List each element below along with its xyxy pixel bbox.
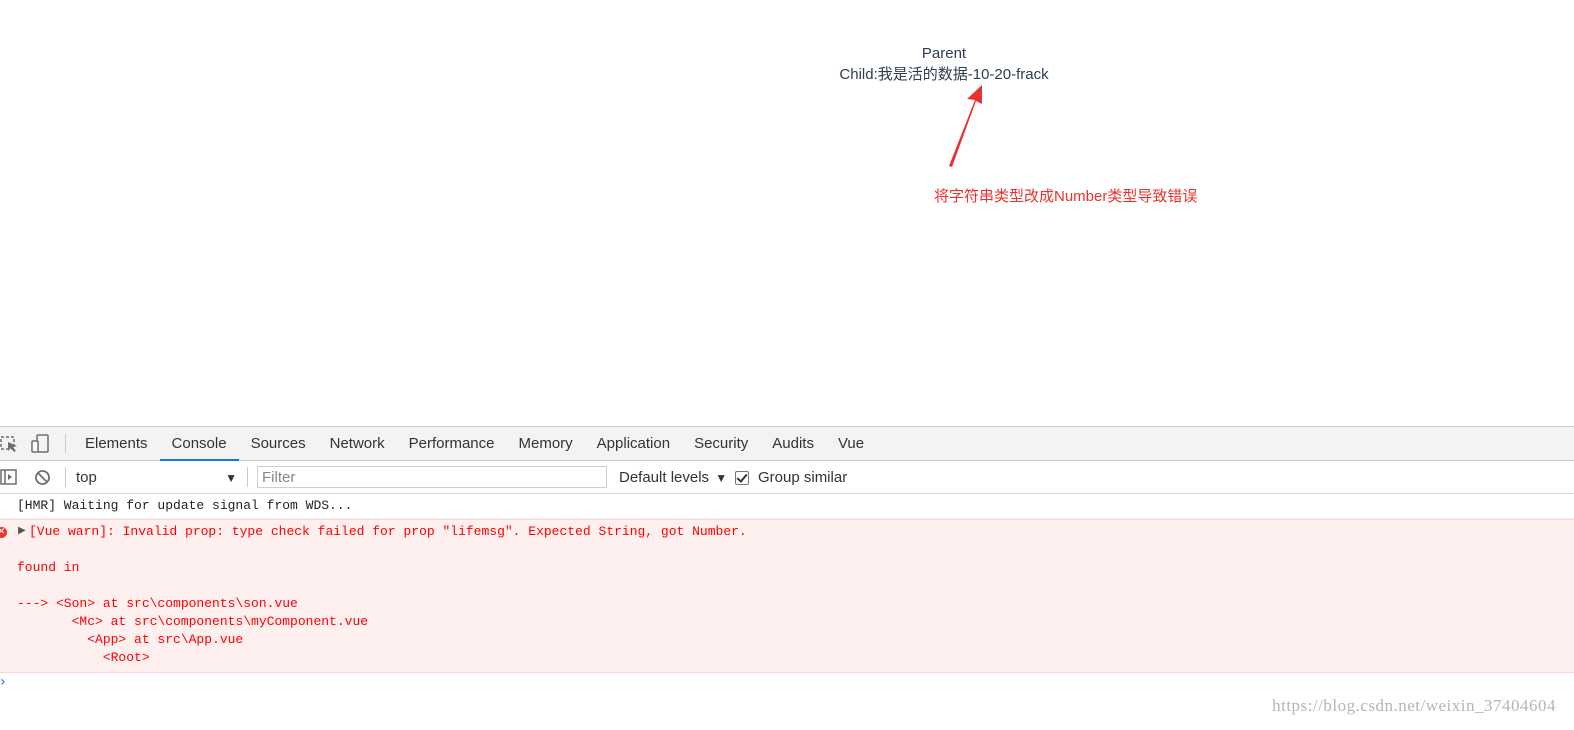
tab-memory[interactable]: Memory [507, 427, 585, 460]
group-similar-checkbox[interactable] [735, 471, 749, 485]
error-trace-line: <App> at src\App.vue [17, 632, 244, 647]
tab-security[interactable]: Security [682, 427, 760, 460]
console-prompt-icon[interactable]: › [0, 674, 6, 690]
console-message-error[interactable]: ✕ ▶ [Vue warn]: Invalid prop: type check… [0, 519, 1574, 673]
error-trace-line: ---> <Son> at src\components\son.vue [17, 596, 298, 611]
devtools-tabs: Elements Console Sources Network Perform… [73, 427, 876, 461]
page-viewport: Parent Child:我是活的数据-10-20-frack 将字符串类型改成… [0, 0, 1574, 426]
tab-performance[interactable]: Performance [397, 427, 507, 460]
error-icon: ✕ [0, 527, 7, 538]
log-levels-label: Default levels [619, 469, 710, 486]
group-similar-label: Group similar [758, 469, 848, 486]
toolbar-separator [65, 467, 66, 487]
tab-application[interactable]: Application [585, 427, 682, 460]
tab-elements[interactable]: Elements [73, 427, 160, 460]
tab-vue[interactable]: Vue [826, 427, 876, 460]
log-levels-dropdown[interactable]: Default levels ▼ [619, 468, 727, 488]
inspect-element-icon[interactable] [0, 434, 20, 454]
annotation-text: 将字符串类型改成Number类型导致错误 [934, 188, 1198, 205]
show-sidebar-icon[interactable] [0, 469, 18, 485]
child-component-label: Child:我是活的数据-10-20-frack [839, 66, 1049, 83]
error-found-in: found in [17, 560, 80, 575]
tab-network[interactable]: Network [318, 427, 397, 460]
info-message-text: [HMR] Waiting for update signal from WDS… [17, 498, 353, 513]
tab-audits[interactable]: Audits [760, 427, 826, 460]
clear-console-icon[interactable] [34, 469, 51, 486]
error-trace-line: <Root> [17, 650, 150, 665]
devtools-panel: Elements Console Sources Network Perform… [0, 426, 1574, 730]
devtools-tabbar: Elements Console Sources Network Perform… [0, 427, 1574, 461]
chevron-down-icon: ▼ [715, 471, 728, 485]
error-trace-line: <Mc> at src\components\myComponent.vue [17, 614, 369, 629]
error-message-text: [Vue warn]: Invalid prop: type check fai… [29, 524, 747, 539]
watermark-url: https://blog.csdn.net/weixin_37404604 [1272, 696, 1556, 715]
tab-console[interactable]: Console [159, 427, 239, 461]
toolbar-separator [247, 467, 248, 487]
tabbar-separator [65, 434, 66, 453]
context-selector[interactable]: top ▼ [76, 468, 241, 488]
group-similar-toggle[interactable]: Group similar [735, 468, 847, 488]
tab-sources[interactable]: Sources [239, 427, 318, 460]
chevron-down-icon: ▼ [225, 471, 237, 485]
console-toolbar: top ▼ Default levels ▼ Group similar [0, 461, 1574, 494]
filter-input[interactable] [257, 466, 607, 488]
context-value: top [76, 469, 97, 486]
parent-component-label: Parent [921, 45, 967, 62]
expand-triangle-icon[interactable]: ▶ [18, 525, 26, 536]
device-toolbar-icon[interactable] [30, 434, 50, 454]
console-message-info: [HMR] Waiting for update signal from WDS… [0, 494, 1574, 519]
